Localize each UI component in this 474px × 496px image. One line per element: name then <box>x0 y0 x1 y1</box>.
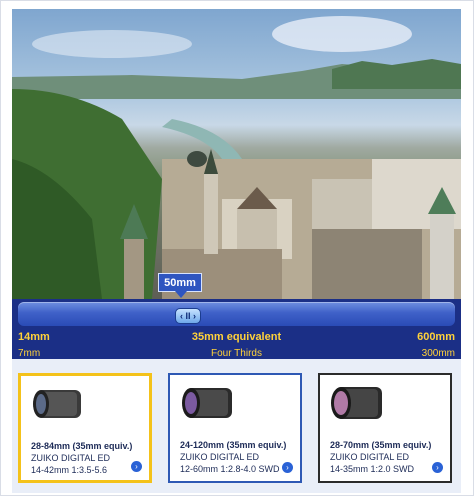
scale-35mm-title: 35mm equivalent <box>191 331 282 343</box>
lens-image <box>331 387 382 419</box>
lens-card-1[interactable]: 28-84mm (35mm equiv.) ZUIKO DIGITAL ED 1… <box>18 373 152 483</box>
lens-card-title: 24-120mm (35mm equiv.) <box>180 440 287 450</box>
arrow-right-icon[interactable]: › <box>131 461 142 472</box>
lens-cards: 28-84mm (35mm equiv.) ZUIKO DIGITAL ED 1… <box>12 359 461 493</box>
lens-image <box>182 388 232 418</box>
lens-card-3[interactable]: 28-70mm (35mm equiv.) ZUIKO DIGITAL ED 1… <box>318 373 452 483</box>
scale-four-thirds-title: Four Thirds <box>211 347 262 359</box>
city-photo <box>12 9 461 299</box>
lens-card-2[interactable]: 24-120mm (35mm equiv.) ZUIKO DIGITAL ED … <box>168 373 302 483</box>
lens-image <box>33 390 81 418</box>
photo-illustration <box>12 16 461 299</box>
focal-length-tooltip: 50mm <box>158 273 202 298</box>
zoom-bar: ‹ II › 14mm 35mm equivalent 600mm 7mm Fo… <box>12 299 461 359</box>
lens-card-line2: ZUIKO DIGITAL ED <box>180 452 260 462</box>
zoom-slider-track[interactable]: ‹ II › <box>18 302 455 326</box>
lens-card-line2: ZUIKO DIGITAL ED <box>31 453 111 463</box>
scale-35mm-max: 600mm <box>417 331 455 343</box>
lens-card-line3: 12-60mm 1:2.8-4.0 SWD <box>180 464 280 474</box>
lens-card-title: 28-84mm (35mm equiv.) <box>31 441 133 451</box>
lens-card-line3: 14-42mm 1:3.5-5.6 <box>31 465 108 475</box>
app-frame: ‹ II › 14mm 35mm equivalent 600mm 7mm Fo… <box>0 0 474 496</box>
lens-card-line2: ZUIKO DIGITAL ED <box>330 452 410 462</box>
zoom-slider-handle[interactable]: ‹ II › <box>175 308 201 324</box>
scale-35mm-min: 14mm <box>18 331 50 343</box>
arrow-right-icon[interactable]: › <box>282 462 293 473</box>
arrow-right-icon[interactable]: › <box>432 462 443 473</box>
lens-card-line3: 14-35mm 1:2.0 SWD <box>330 464 415 474</box>
lens-card-title: 28-70mm (35mm equiv.) <box>330 440 432 450</box>
scale-35mm-row: 14mm 35mm equivalent 600mm <box>18 329 455 345</box>
scale-four-thirds-min: 7mm <box>18 347 41 359</box>
scale-four-thirds-max: 300mm <box>421 347 455 359</box>
